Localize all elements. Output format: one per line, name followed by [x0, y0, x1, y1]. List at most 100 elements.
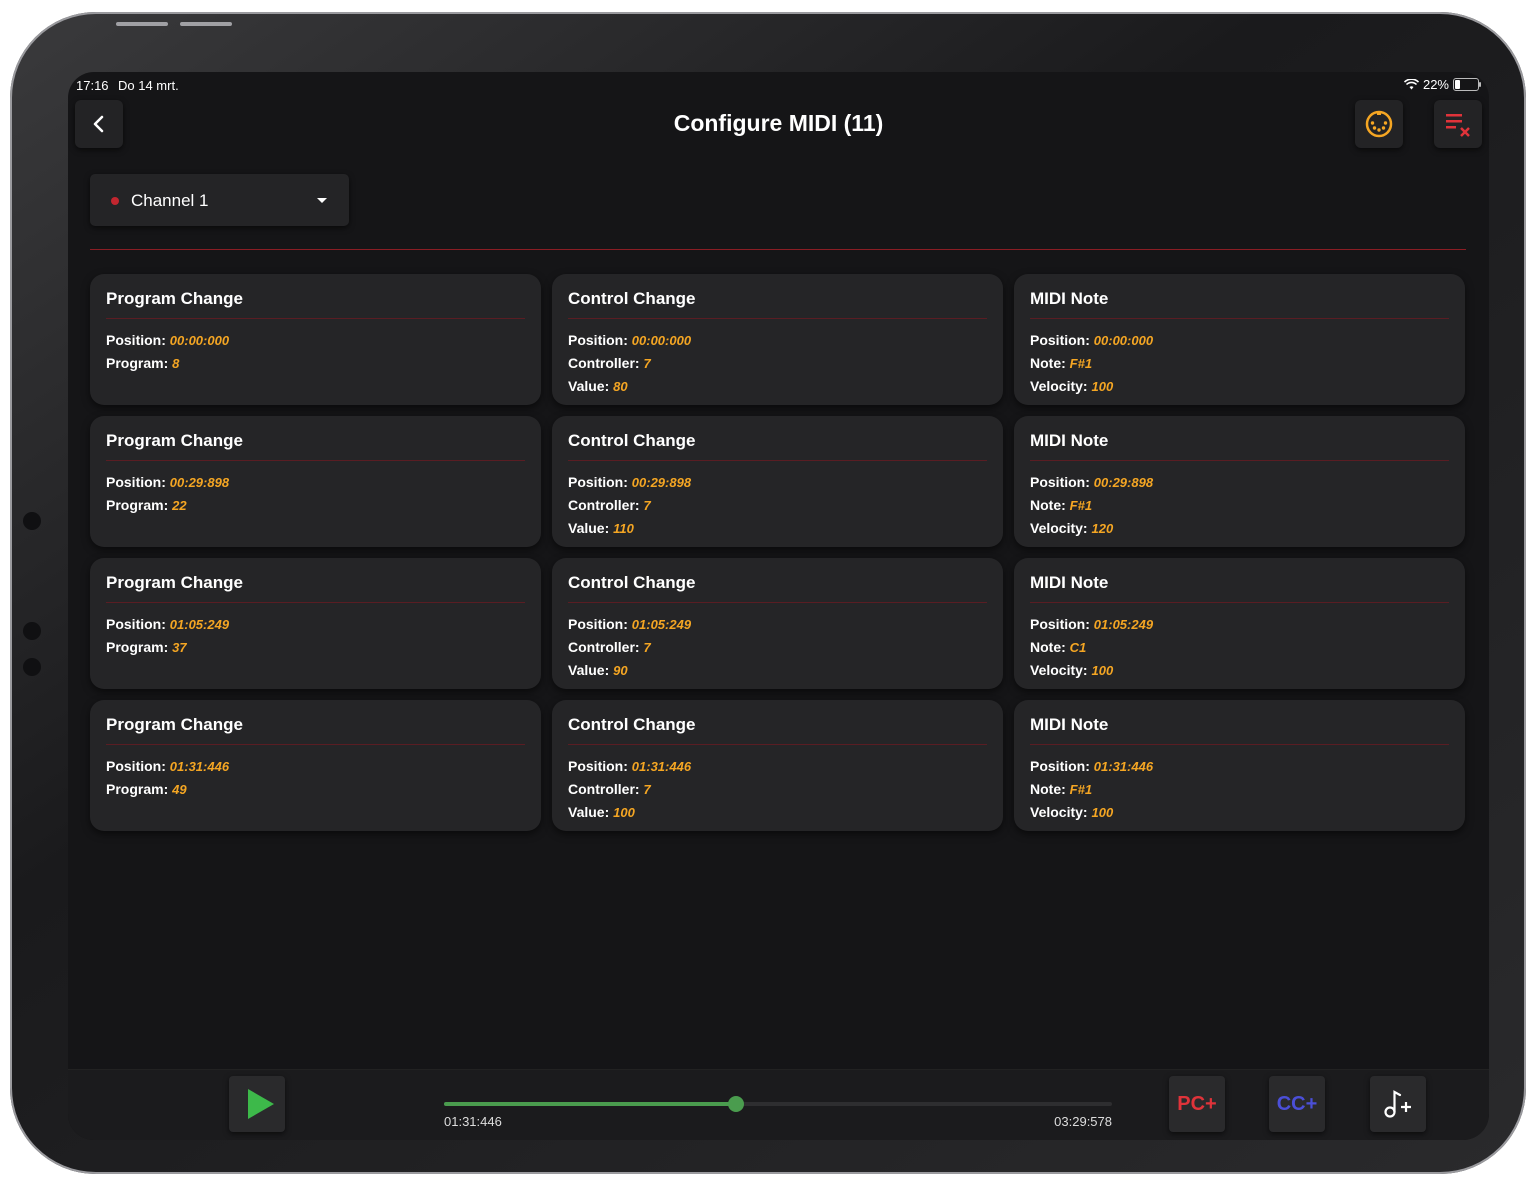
- midi-event-card[interactable]: Control Change Position: 00:29:898 Control…: [552, 416, 1003, 547]
- add-cc-label: CC+: [1276, 1092, 1318, 1115]
- midi-event-card[interactable]: Control Change Position: 00:00:000 Control…: [552, 274, 1003, 405]
- event-field-row: Position: 00:29:898: [568, 471, 691, 494]
- event-field-row: Program: 22: [106, 494, 229, 517]
- event-fields: Position: 01:31:446 Program: 49: [106, 755, 229, 801]
- card-divider: [568, 318, 987, 319]
- app-screen: 17:16 Do 14 mrt. 22% Configure MIDI (11): [68, 72, 1489, 1140]
- midi-connector-icon: [1365, 110, 1393, 138]
- caret-down-icon: [317, 198, 327, 203]
- field-label: Program:: [106, 497, 169, 513]
- midi-event-card[interactable]: Program Change Position: 00:29:898 Program…: [90, 416, 541, 547]
- clear-all-button[interactable]: [1434, 100, 1482, 148]
- add-midi-note-button[interactable]: [1370, 1076, 1426, 1132]
- event-fields: Position: 01:05:249 Note: C1 Velocity: 100: [1030, 613, 1153, 682]
- section-divider: [90, 249, 1466, 250]
- wifi-icon: [1403, 79, 1419, 90]
- midi-event-card[interactable]: Control Change Position: 01:31:446 Control…: [552, 700, 1003, 831]
- field-label: Value:: [568, 662, 610, 678]
- field-label: Note:: [1030, 497, 1066, 513]
- event-field-row: Position: 00:00:000: [1030, 329, 1153, 352]
- field-value: 00:29:898: [169, 475, 230, 490]
- add-program-change-button[interactable]: PC+: [1169, 1076, 1225, 1132]
- camera-dot: [23, 658, 41, 676]
- field-label: Position:: [568, 332, 628, 348]
- midi-event-card[interactable]: MIDI Note Position: 01:31:446 Note: F#1 Vel…: [1014, 700, 1465, 831]
- add-control-change-button[interactable]: CC+: [1269, 1076, 1325, 1132]
- field-value: 7: [643, 782, 651, 797]
- event-field-row: Velocity: 120: [1030, 517, 1153, 540]
- event-fields: Position: 00:29:898 Program: 22: [106, 471, 229, 517]
- field-value: 7: [643, 356, 651, 371]
- field-label: Velocity:: [1030, 378, 1088, 394]
- midi-device-button[interactable]: [1355, 100, 1403, 148]
- field-value: 80: [613, 379, 628, 394]
- event-fields: Position: 00:00:000 Controller: 7 Value: 8…: [568, 329, 691, 398]
- field-value: 01:31:446: [631, 759, 692, 774]
- event-fields: Position: 01:05:249 Program: 37: [106, 613, 229, 659]
- status-right: 22%: [1403, 77, 1481, 92]
- event-field-row: Velocity: 100: [1030, 375, 1153, 398]
- midi-event-card[interactable]: MIDI Note Position: 01:05:249 Note: C1 Velo…: [1014, 558, 1465, 689]
- midi-event-card[interactable]: MIDI Note Position: 00:00:000 Note: F#1 Vel…: [1014, 274, 1465, 405]
- volume-button: [116, 22, 168, 26]
- camera-dot: [23, 512, 41, 530]
- field-value: F#1: [1069, 782, 1093, 797]
- card-divider: [568, 460, 987, 461]
- field-label: Position:: [1030, 332, 1090, 348]
- midi-event-card[interactable]: MIDI Note Position: 00:29:898 Note: F#1 Vel…: [1014, 416, 1465, 547]
- field-value: 01:31:446: [169, 759, 230, 774]
- event-title: MIDI Note: [1030, 715, 1109, 734]
- battery-icon: [1453, 78, 1481, 91]
- event-field-row: Velocity: 100: [1030, 801, 1153, 824]
- field-value: 100: [1091, 663, 1114, 678]
- camera-dot: [23, 622, 41, 640]
- event-title: Control Change: [568, 573, 696, 592]
- event-fields: Position: 00:29:898 Controller: 7 Value: 1…: [568, 471, 691, 540]
- field-value: F#1: [1069, 356, 1093, 371]
- play-button[interactable]: [229, 1076, 285, 1132]
- field-value: 100: [1091, 805, 1114, 820]
- slider-fill: [444, 1102, 736, 1106]
- event-title: MIDI Note: [1030, 573, 1109, 592]
- event-field-row: Program: 37: [106, 636, 229, 659]
- event-fields: Position: 01:31:446 Controller: 7 Value: 1…: [568, 755, 691, 824]
- field-label: Position:: [1030, 758, 1090, 774]
- midi-event-card[interactable]: Program Change Position: 00:00:000 Program…: [90, 274, 541, 405]
- field-label: Value:: [568, 378, 610, 394]
- ipad-frame: 17:16 Do 14 mrt. 22% Configure MIDI (11): [10, 12, 1526, 1174]
- total-time: 03:29:578: [1054, 1114, 1112, 1129]
- event-title: Control Change: [568, 289, 696, 308]
- event-title: Control Change: [568, 431, 696, 450]
- field-label: Controller:: [568, 781, 640, 797]
- midi-event-card[interactable]: Program Change Position: 01:31:446 Program…: [90, 700, 541, 831]
- event-fields: Position: 01:05:249 Controller: 7 Value: 9…: [568, 613, 691, 682]
- event-title: Program Change: [106, 715, 243, 734]
- midi-event-card[interactable]: Control Change Position: 01:05:249 Control…: [552, 558, 1003, 689]
- field-label: Program:: [106, 781, 169, 797]
- field-label: Note:: [1030, 355, 1066, 371]
- field-label: Position:: [1030, 474, 1090, 490]
- field-value: 00:00:000: [1093, 333, 1154, 348]
- play-icon: [248, 1089, 274, 1119]
- position-slider[interactable]: [444, 1096, 1112, 1112]
- field-value: 00:00:000: [169, 333, 230, 348]
- field-value: 7: [643, 498, 651, 513]
- slider-thumb[interactable]: [727, 1096, 744, 1112]
- event-fields: Position: 00:00:000 Program: 8: [106, 329, 229, 375]
- field-value: 37: [172, 640, 187, 655]
- transport-bar: 01:31:446 03:29:578 PC+ CC+: [68, 1069, 1489, 1140]
- field-value: 22: [172, 498, 187, 513]
- field-value: 90: [613, 663, 628, 678]
- event-field-row: Program: 8: [106, 352, 229, 375]
- event-field-row: Value: 100: [568, 801, 691, 824]
- channel-dropdown[interactable]: Channel 1: [90, 174, 349, 226]
- midi-event-card[interactable]: Program Change Position: 01:05:249 Program…: [90, 558, 541, 689]
- event-field-row: Note: F#1: [1030, 494, 1153, 517]
- volume-button: [180, 22, 232, 26]
- event-title: Program Change: [106, 573, 243, 592]
- field-label: Position:: [568, 616, 628, 632]
- status-date: Do 14 mrt.: [118, 78, 179, 93]
- field-value: 01:05:249: [631, 617, 692, 632]
- field-label: Program:: [106, 355, 169, 371]
- field-label: Value:: [568, 520, 610, 536]
